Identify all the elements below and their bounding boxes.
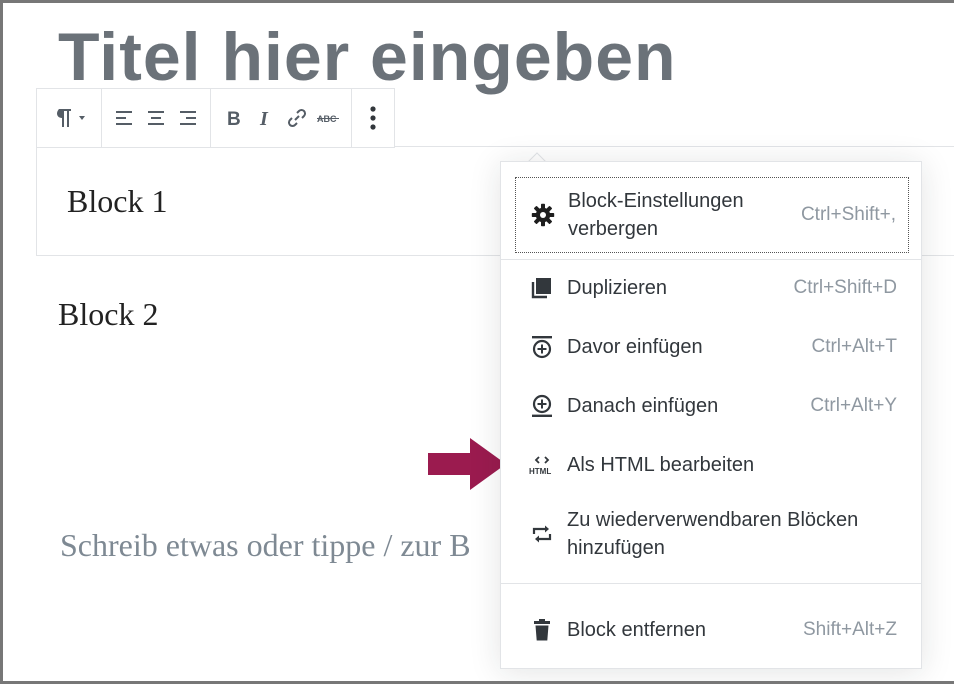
menu-item-label: Davor einfügen (567, 336, 703, 358)
block-type-switcher[interactable] (43, 98, 95, 138)
menu-item-label: Block entfernen (567, 619, 706, 641)
duplicate-icon (529, 275, 555, 301)
menu-item-label: Zu wiederverwendbaren Blöcken hinzufügen (567, 509, 859, 559)
new-block-placeholder[interactable]: Schreib etwas oder tippe / zur B (60, 527, 471, 564)
more-options-button[interactable] (358, 98, 388, 138)
reusable-icon (529, 521, 555, 547)
strikethrough-button[interactable]: ABC (313, 98, 345, 138)
menu-item-shortcut: Ctrl+Shift+, (800, 204, 896, 225)
block-1-paragraph[interactable]: Block 1 (67, 183, 167, 220)
align-center-icon (148, 111, 164, 125)
menu-item-shortcut: Shift+Alt+Z (803, 619, 897, 640)
block-type-group (37, 89, 102, 147)
menu-divider (501, 259, 921, 260)
menu-item-label: Duplizieren (567, 277, 668, 299)
format-group: B I ABC (211, 89, 352, 147)
svg-text:I: I (259, 108, 269, 129)
menu-item-add-to-reusable[interactable]: Zu wiederverwendbaren Blöcken hinzufügen (515, 496, 909, 572)
menu-item-remove-block[interactable]: Block entfernen Shift+Alt+Z (515, 606, 909, 654)
svg-text:B: B (227, 109, 241, 129)
menu-item-insert-before[interactable]: Davor einfügen Ctrl+Alt+T (515, 323, 909, 371)
align-right-icon (180, 111, 196, 125)
html-icon: HTML (529, 452, 555, 478)
arrow-pointer-icon (428, 438, 506, 490)
strikethrough-icon: ABC (317, 114, 339, 124)
paragraph-icon (57, 109, 85, 127)
menu-divider (501, 583, 921, 584)
editor-canvas: Titel hier eingeben Block 1 Block 2 Schr… (3, 3, 954, 681)
align-left-button[interactable] (108, 98, 140, 138)
block-2-paragraph[interactable]: Block 2 (58, 296, 158, 333)
link-icon (287, 108, 307, 128)
editor-window: Titel hier eingeben Block 1 Block 2 Schr… (0, 0, 954, 684)
trash-icon (529, 617, 555, 643)
menu-item-shortcut: Ctrl+Shift+D (793, 277, 897, 298)
bold-icon: B (227, 109, 241, 129)
gear-icon (530, 202, 556, 228)
more-options-icon (370, 106, 376, 130)
insert-after-icon (529, 393, 555, 419)
menu-item-shortcut: Ctrl+Alt+T (811, 336, 897, 357)
alignment-group (102, 89, 211, 147)
italic-icon: I (259, 108, 269, 129)
align-left-icon (116, 111, 132, 125)
menu-item-label: Block-Einstellungen verbergen (568, 190, 744, 240)
menu-item-shortcut: Ctrl+Alt+Y (810, 395, 897, 416)
more-group (352, 89, 394, 147)
block-settings-menu: Block-Einstellungen verbergen Ctrl+Shift… (500, 161, 922, 669)
italic-button[interactable]: I (249, 98, 281, 138)
menu-item-insert-after[interactable]: Danach einfügen Ctrl+Alt+Y (515, 382, 909, 430)
menu-item-label: Als HTML bearbeiten (567, 454, 755, 476)
menu-item-label: Danach einfügen (567, 395, 719, 417)
menu-item-duplicate[interactable]: Duplizieren Ctrl+Shift+D (515, 264, 909, 312)
insert-before-icon (529, 334, 555, 360)
bold-button[interactable]: B (217, 98, 249, 138)
menu-item-hide-settings[interactable]: Block-Einstellungen verbergen Ctrl+Shift… (515, 177, 909, 253)
post-title[interactable]: Titel hier eingeben (58, 17, 677, 97)
svg-text:HTML: HTML (529, 467, 551, 476)
menu-item-edit-as-html[interactable]: HTML Als HTML bearbeiten (515, 441, 909, 489)
align-center-button[interactable] (140, 98, 172, 138)
block-toolbar: B I ABC (36, 88, 395, 148)
align-right-button[interactable] (172, 98, 204, 138)
link-button[interactable] (281, 98, 313, 138)
